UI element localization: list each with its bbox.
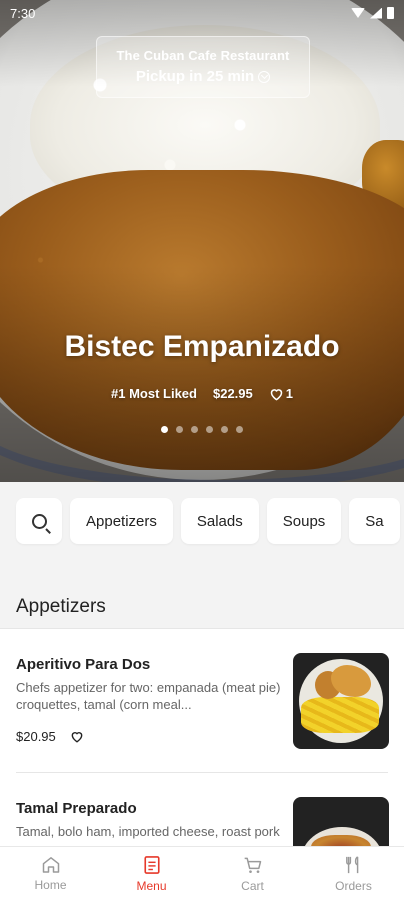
most-liked-badge: #1 Most Liked	[111, 386, 197, 401]
nav-menu[interactable]: Menu	[101, 847, 202, 900]
menu-item-price-row: $20.95	[16, 729, 84, 744]
home-icon	[41, 855, 61, 874]
section-title: Appetizers	[16, 596, 106, 617]
menu-item-name: Aperitivo Para Dos	[16, 656, 151, 673]
carousel-dot[interactable]	[236, 426, 243, 433]
menu-item-description: Chefs appetizer for two: empanada (meat …	[16, 680, 281, 712]
nav-home-label: Home	[34, 878, 67, 892]
menu-item[interactable]: Aperitivo Para Dos Chefs appetizer for t…	[0, 629, 404, 773]
category-chip-appetizers[interactable]: Appetizers	[70, 498, 173, 544]
nav-menu-label: Menu	[136, 879, 167, 893]
search-icon	[31, 513, 47, 529]
hero-banner[interactable]: 7:30 The Cuban Cafe Restaurant Pickup in…	[0, 0, 404, 482]
pickup-time-text: Pickup in 25 min	[135, 68, 255, 85]
section-header-area: Appetizers	[0, 560, 404, 628]
carousel-dot[interactable]	[221, 426, 228, 433]
menu-item-image	[293, 797, 389, 846]
menu-item-description: Tamal, bolo ham, imported cheese, roast …	[16, 824, 280, 839]
menu-item-image	[293, 653, 389, 749]
carousel-dot[interactable]	[191, 426, 198, 433]
pickup-card[interactable]: The Cuban Cafe Restaurant Pickup in 25 m…	[96, 36, 310, 98]
category-chip-soups[interactable]: Soups	[266, 498, 342, 544]
thumb-food	[311, 835, 371, 846]
like-button[interactable]: 1	[269, 386, 293, 401]
carousel-dot[interactable]	[206, 426, 213, 433]
category-chip-partial[interactable]: Sa	[349, 498, 400, 544]
carousel-dot[interactable]	[161, 426, 168, 433]
bottom-nav: Home Menu Cart Orders	[0, 846, 404, 900]
pickup-time-row[interactable]: Pickup in 25 min	[97, 68, 309, 85]
menu-item-name: Tamal Preparado	[16, 800, 137, 817]
menu-item[interactable]: Tamal Preparado Tamal, bolo ham, importe…	[0, 773, 404, 846]
heart-icon	[270, 388, 282, 400]
wifi-icon	[351, 8, 365, 18]
category-chip-salads[interactable]: Salads	[180, 498, 259, 544]
nav-orders[interactable]: Orders	[303, 847, 404, 900]
signal-icon	[370, 7, 382, 19]
status-time: 7:30	[10, 5, 36, 21]
featured-dish-price: $22.95	[212, 386, 253, 401]
featured-dish-title: Bistec Empanizado	[64, 330, 340, 363]
menu-icon	[143, 855, 161, 875]
restaurant-name: The Cuban Cafe Restaurant	[116, 48, 290, 63]
status-icons	[351, 7, 394, 19]
nav-cart[interactable]: Cart	[202, 847, 303, 900]
carousel-dot[interactable]	[176, 426, 183, 433]
like-count: 1	[285, 386, 293, 401]
search-button[interactable]	[16, 498, 62, 544]
chevron-down-icon	[258, 70, 271, 83]
battery-icon	[387, 7, 394, 19]
category-bar: Appetizers Salads Soups Sa	[0, 482, 404, 560]
cart-icon	[243, 855, 263, 875]
thumb-fries	[301, 697, 379, 733]
nav-home[interactable]: Home	[0, 847, 101, 900]
nav-cart-label: Cart	[241, 879, 264, 893]
heart-icon[interactable]	[70, 730, 84, 743]
orders-icon	[345, 855, 363, 875]
status-bar: 7:30	[0, 0, 404, 26]
carousel-indicator	[0, 426, 404, 433]
menu-item-price: $20.95	[16, 729, 56, 744]
nav-orders-label: Orders	[335, 879, 372, 893]
category-row: Appetizers Salads Soups Sa	[16, 498, 400, 544]
menu-list: Aperitivo Para Dos Chefs appetizer for t…	[0, 628, 404, 846]
featured-dish-meta: #1 Most Liked $22.95 1	[0, 386, 404, 401]
